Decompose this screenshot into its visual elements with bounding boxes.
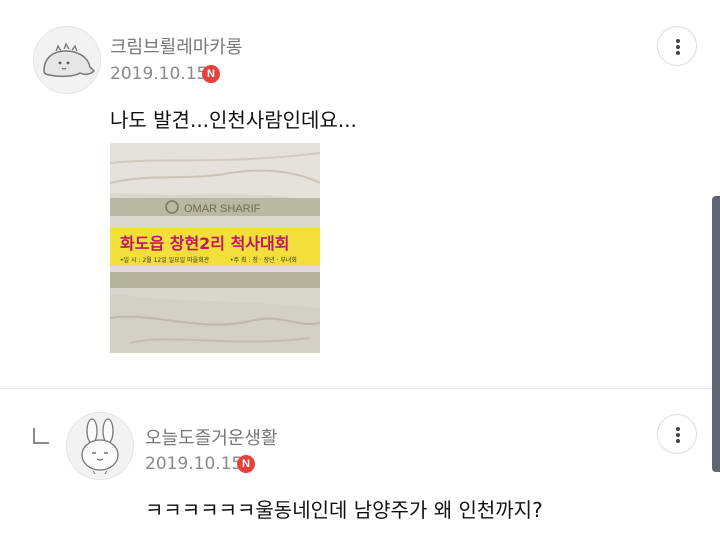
- photo-sub-right: •주 최 : 청 · 장년 · 부녀회: [230, 256, 297, 264]
- dinosaur-avatar-icon: [34, 27, 100, 93]
- photo-sub-left: •일 시 : 2월 12일 일요일 마을회관: [120, 256, 210, 264]
- new-badge: N: [202, 65, 220, 83]
- reply-arrow-icon: [33, 428, 49, 444]
- divider: [0, 388, 720, 389]
- new-badge: N: [237, 455, 255, 473]
- comment-text: ㅋㅋㅋㅋㅋㅋ울동네인데 남양주가 왜 인천까지?: [145, 498, 543, 522]
- photo-brand: OMAR SHARIF: [184, 203, 261, 215]
- comment-date: 2019.10.15: [145, 454, 243, 474]
- comment-author[interactable]: 오늘도즐거운생활: [145, 424, 277, 450]
- avatar[interactable]: [33, 26, 101, 94]
- bunny-avatar-icon: [67, 413, 133, 479]
- comment-item: 크림브륄레마카롱 2019.10.15 N 나도 발견...인천사람인데요...…: [0, 0, 720, 388]
- more-options-button[interactable]: [657, 414, 697, 454]
- comment-text: 나도 발견...인천사람인데요...: [110, 108, 357, 132]
- more-options-button[interactable]: [657, 26, 697, 66]
- avatar[interactable]: [66, 412, 134, 480]
- comment-author[interactable]: 크림브륄레마카롱: [110, 33, 242, 59]
- scrollbar[interactable]: [712, 196, 720, 472]
- photo-banner: 화도읍 창현2리 척사대회: [120, 234, 289, 253]
- comment-date: 2019.10.15: [110, 64, 208, 84]
- comment-photo[interactable]: OMAR SHARIF 화도읍 창현2리 척사대회 •일 시 : 2월 12일 …: [110, 143, 320, 353]
